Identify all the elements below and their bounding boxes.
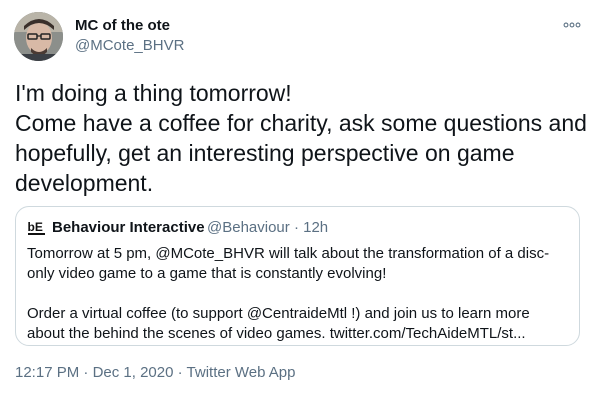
author-handle[interactable]: @MCote_BHVR [75, 36, 184, 56]
quoted-display-name[interactable]: Behaviour Interactive [52, 218, 205, 238]
behaviour-logo-icon: bE [27, 218, 46, 237]
tweet-metadata: 12:17 PM · Dec 1, 2020 · Twitter Web App [15, 363, 295, 383]
separator: · [293, 219, 299, 236]
quoted-time[interactable]: 12h [303, 219, 328, 236]
tweet-text-line: development. [15, 170, 154, 196]
quoted-text-line: Tomorrow at 5 pm, @MCote_BHVR will talk … [27, 245, 550, 262]
tweet-date[interactable]: Dec 1, 2020 [93, 364, 174, 381]
avatar-photo-icon [14, 12, 63, 61]
tweet-source[interactable]: Twitter Web App [187, 364, 296, 381]
tweet-text-line: I'm doing a thing tomorrow! [15, 80, 292, 106]
quoted-text-line: Order a virtual coffee (to support @Cent… [27, 305, 530, 322]
more-horizontal-icon [563, 22, 581, 28]
quoted-tweet[interactable]: bE Behaviour Interactive @Behaviour · 12… [15, 206, 580, 346]
quoted-handle-time: @Behaviour · 12h [207, 218, 328, 238]
author-display-name[interactable]: MC of the ote [75, 16, 170, 36]
tweet-text-line: hopefully, get an interesting perspectiv… [15, 140, 515, 166]
quoted-text: Tomorrow at 5 pm, @MCote_BHVR will talk … [27, 244, 567, 344]
quoted-text-line: about the behind the scenes of video gam… [27, 325, 526, 342]
tweet-text: I'm doing a thing tomorrow! Come have a … [15, 78, 587, 198]
separator: · [83, 364, 89, 381]
quoted-handle[interactable]: @Behaviour [207, 219, 290, 236]
separator: · [177, 364, 183, 381]
more-options-button[interactable] [562, 15, 582, 35]
logo-text: bE [28, 220, 43, 234]
tweet-text-line: Come have a coffee for charity, ask some… [15, 110, 587, 136]
author-avatar[interactable] [14, 12, 63, 61]
quoted-text-gap [27, 284, 567, 304]
tweet-card: MC of the ote @MCote_BHVR I'm doing a th… [0, 0, 589, 393]
quoted-text-line: only video game to a game that is consta… [27, 265, 387, 282]
tweet-time[interactable]: 12:17 PM [15, 364, 79, 381]
